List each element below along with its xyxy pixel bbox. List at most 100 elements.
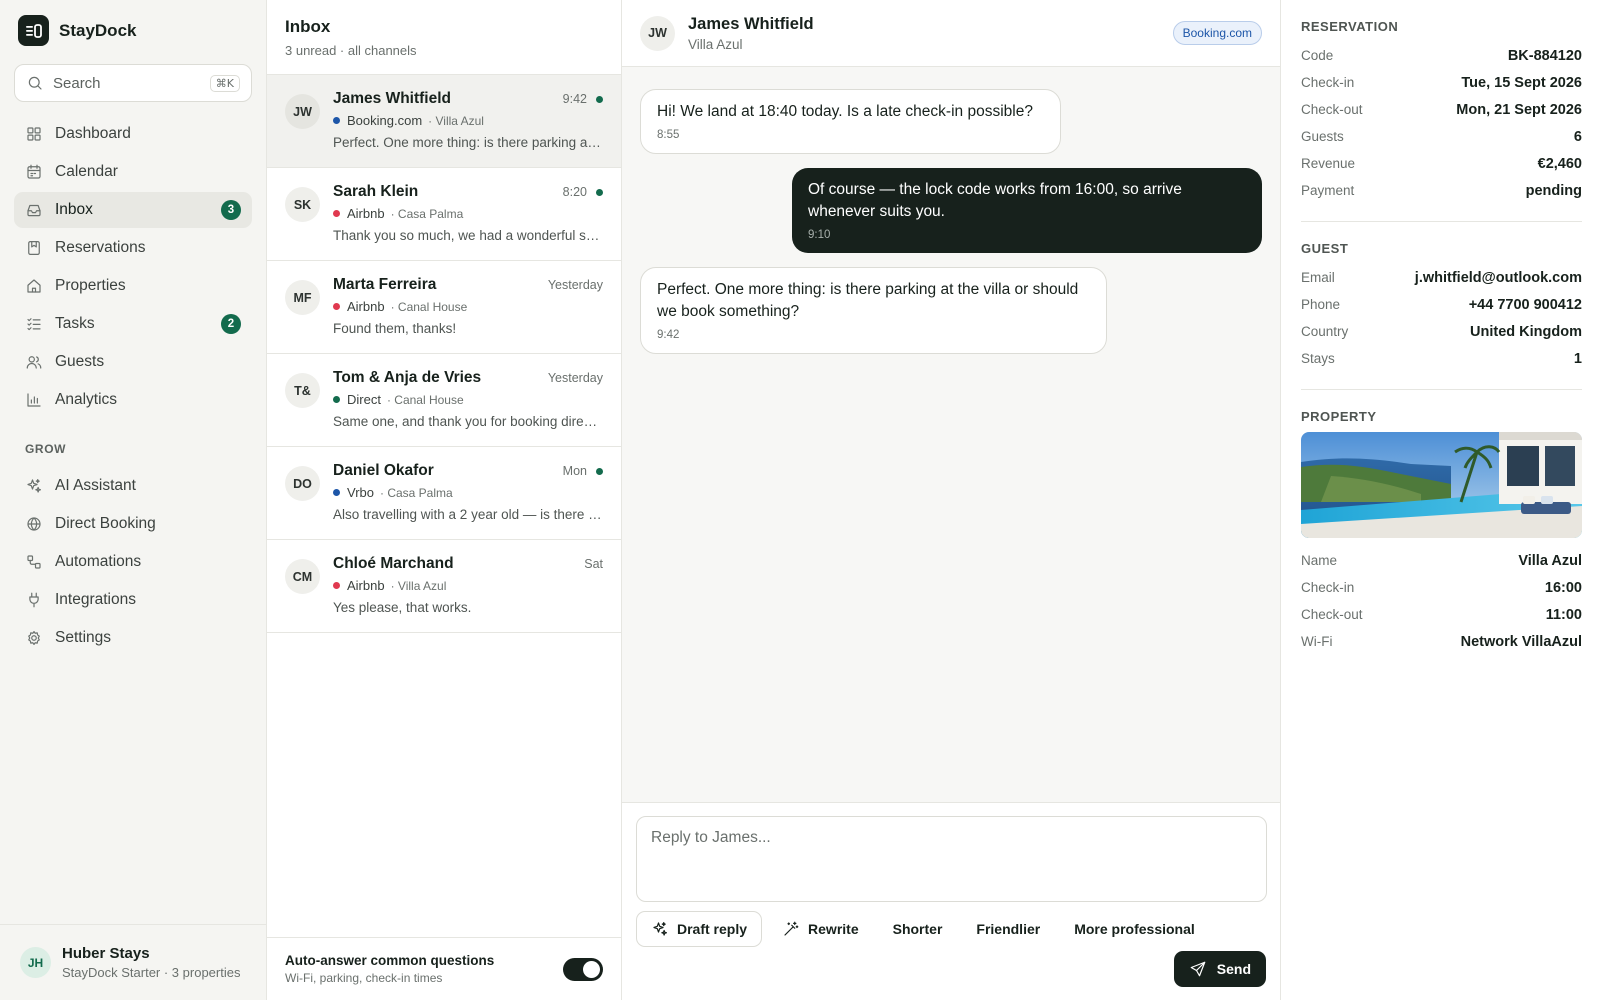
conversation-property: · Canal House <box>390 299 468 314</box>
auto-answer-bar: Auto-answer common questions Wi-Fi, park… <box>267 937 621 1000</box>
conversation-time: Sat <box>584 557 603 571</box>
detail-row: Email j.whitfield@outlook.com <box>1301 264 1582 291</box>
chat-panel: JW James Whitfield Villa Azul Booking.co… <box>622 0 1281 1000</box>
detail-value: €2,460 <box>1537 155 1582 172</box>
staydock-logo-icon <box>18 15 49 46</box>
detail-row: Name Villa Azul <box>1301 547 1582 574</box>
send-button[interactable]: Send <box>1173 951 1266 987</box>
friendlier-button[interactable]: Friendlier <box>962 911 1054 947</box>
conversation-avatar: T& <box>285 373 320 408</box>
conversation-item[interactable]: JW James Whitfield 9:42 Booking.com · Vi… <box>267 75 621 168</box>
nav-label: Calendar <box>55 163 118 180</box>
detail-row: Stays 1 <box>1301 345 1582 372</box>
conversation-item[interactable]: CM Chloé Marchand Sat Airbnb · Villa Azu… <box>267 540 621 633</box>
conversation-preview: Perfect. One more thing: is there parkin… <box>333 135 603 150</box>
detail-value: Mon, 21 Sept 2026 <box>1456 101 1582 118</box>
detail-key: Name <box>1301 553 1338 568</box>
conversation-item[interactable]: DO Daniel Okafor Mon Vrbo · Casa Palma A… <box>267 447 621 540</box>
nav-item-ai-assistant[interactable]: AI Assistant <box>14 468 252 504</box>
conversation-time: Yesterday <box>547 371 603 385</box>
rewrite-button[interactable]: Rewrite <box>768 911 873 947</box>
conversation-channel: Airbnb <box>347 299 385 314</box>
conversation-name: Sarah Klein <box>333 183 419 200</box>
nav-item-properties[interactable]: Properties <box>14 268 252 304</box>
nav-item-automations[interactable]: Automations <box>14 544 252 580</box>
conversation-name: Marta Ferreira <box>333 276 437 293</box>
brand[interactable]: StayDock <box>0 0 266 60</box>
detail-row: Guests 6 <box>1301 123 1582 150</box>
nav-item-reservations[interactable]: Reservations <box>14 230 252 266</box>
search-box[interactable]: ⌘K <box>14 64 252 102</box>
detail-key: Code <box>1301 48 1334 63</box>
nav-item-settings[interactable]: Settings <box>14 620 252 656</box>
conversation-name: Chloé Marchand <box>333 555 454 572</box>
conversation-item[interactable]: T& Tom & Anja de Vries Yesterday Direct … <box>267 354 621 447</box>
detail-key: Check-out <box>1301 607 1363 622</box>
conversation-time: Yesterday <box>547 278 603 292</box>
conversation-item[interactable]: MF Marta Ferreira Yesterday Airbnb · Can… <box>267 261 621 354</box>
conversation-property: · Villa Azul <box>390 578 447 593</box>
sparkle-icon <box>25 477 43 495</box>
workflow-icon <box>25 553 43 571</box>
main-nav: Dashboard Calendar Inbox 3 Reservations … <box>0 116 266 420</box>
detail-key: Stays <box>1301 351 1335 366</box>
section-title: RESERVATION <box>1301 19 1399 34</box>
send-icon <box>1189 960 1207 978</box>
message-time: 8:55 <box>657 129 680 141</box>
channel-badge: Booking.com <box>1172 21 1262 45</box>
conversation-item[interactable]: SK Sarah Klein 8:20 Airbnb · Casa Palma … <box>267 168 621 261</box>
shorter-button[interactable]: Shorter <box>879 911 957 947</box>
reservation-section: RESERVATION Code BK-884120 Check-in Tue, 1… <box>1301 0 1582 204</box>
nav-item-tasks[interactable]: Tasks 2 <box>14 306 252 342</box>
conversation-avatar: DO <box>285 466 320 501</box>
detail-row: Country United Kingdom <box>1301 318 1582 345</box>
draft-reply-label: Draft reply <box>677 921 748 937</box>
channel-dot <box>333 117 340 124</box>
app-root: StayDock ⌘K Dashboard Calendar Inbox 3 <box>0 0 1600 1000</box>
account-switcher[interactable]: JH Huber Stays StayDock Starter · 3 prop… <box>0 924 266 1000</box>
nav-item-direct-booking[interactable]: Direct Booking <box>14 506 252 542</box>
bookmark-icon <box>25 239 43 257</box>
nav-item-analytics[interactable]: Analytics <box>14 382 252 418</box>
reply-input[interactable] <box>636 816 1267 902</box>
chat-header: JW James Whitfield Villa Azul Booking.co… <box>622 0 1280 67</box>
property-photo <box>1301 432 1582 538</box>
brand-name: StayDock <box>59 20 137 40</box>
draft-reply-button[interactable]: Draft reply <box>636 911 763 947</box>
auto-answer-toggle[interactable] <box>563 957 603 981</box>
detail-key: Payment <box>1301 183 1355 198</box>
conversation-channel: Airbnb <box>347 206 385 221</box>
nav-label: Integrations <box>55 591 136 608</box>
message-bubble-incoming: Hi! We land at 18:40 today. Is a late ch… <box>640 89 1061 154</box>
nav-label: Inbox <box>55 201 93 218</box>
nav-item-calendar[interactable]: Calendar <box>14 154 252 190</box>
nav-item-integrations[interactable]: Integrations <box>14 582 252 618</box>
auto-answer-title: Auto-answer common questions <box>285 953 495 968</box>
search-input[interactable] <box>53 74 201 92</box>
nav-item-dashboard[interactable]: Dashboard <box>14 116 252 152</box>
nav-item-guests[interactable]: Guests <box>14 344 252 380</box>
guest-phone[interactable]: +44 7700 900412 <box>1469 297 1582 313</box>
detail-value: Network VillaAzul <box>1460 633 1582 650</box>
more-professional-button[interactable]: More professional <box>1060 911 1209 947</box>
nav-label: Analytics <box>55 391 118 408</box>
account-info: Huber Stays StayDock Starter · 3 propert… <box>62 945 240 980</box>
guest-email[interactable]: j.whitfield@outlook.com <box>1415 270 1582 286</box>
account-plan: StayDock Starter · 3 properties <box>62 965 241 980</box>
rewrite-label: Rewrite <box>808 921 859 937</box>
checklist-icon <box>25 315 43 333</box>
detail-value: pending <box>1525 182 1582 199</box>
message-thread: Hi! We land at 18:40 today. Is a late ch… <box>622 67 1280 802</box>
message-text: Hi! We land at 18:40 today. Is a late ch… <box>657 103 1033 120</box>
account-avatar: JH <box>20 947 51 978</box>
conversation-name: James Whitfield <box>333 90 451 107</box>
nav-label: Properties <box>55 277 126 294</box>
auto-answer-subtitle: Wi-Fi, parking, check-in times <box>285 971 443 985</box>
detail-key: Revenue <box>1301 156 1356 171</box>
message-bubble-outgoing: Of course — the lock code works from 16:… <box>792 168 1262 253</box>
conversation-property: · Casa Palma <box>379 485 453 500</box>
channel-dot <box>333 396 340 403</box>
nav-item-inbox[interactable]: Inbox 3 <box>14 192 252 228</box>
channel-dot <box>333 210 340 217</box>
nav-section-grow: GROW <box>25 442 67 456</box>
